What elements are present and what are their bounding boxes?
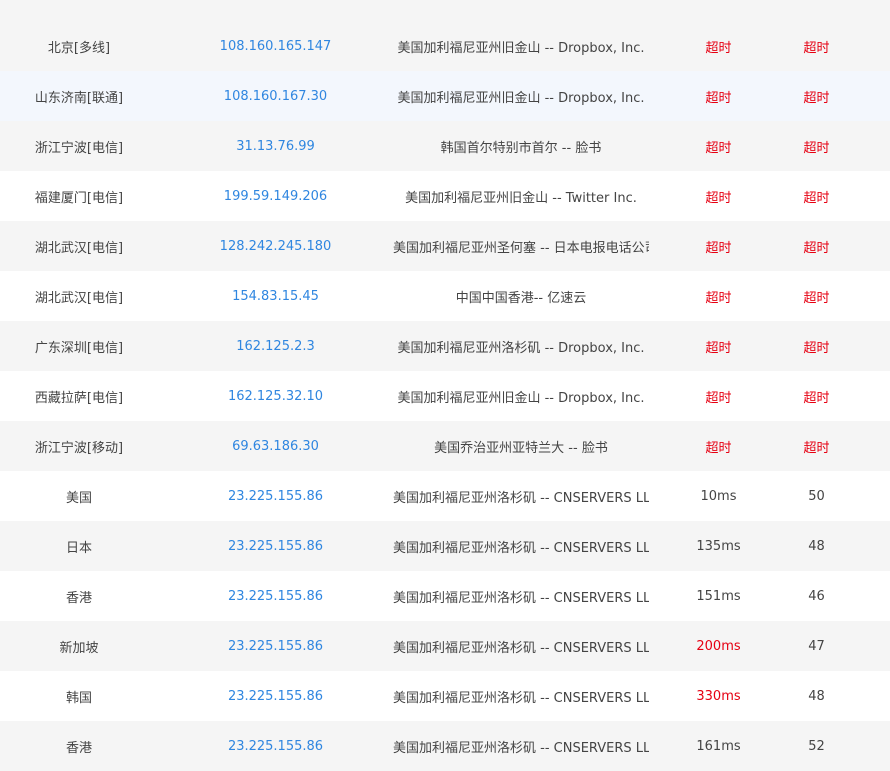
ip-location-cell: 美国加利福尼亚州圣何塞 -- 日本电报电话公司	[393, 240, 649, 256]
node-name-cell: 广东深圳[电信]	[34, 340, 124, 356]
ip-location-cell: 美国加利福尼亚州洛杉矶 -- CNSERVERS LLC	[393, 490, 649, 506]
ip-link[interactable]: 23.225.155.86	[158, 639, 393, 654]
ttl-cell: 超时	[803, 90, 830, 106]
response-time-cell: 超时	[705, 340, 732, 356]
response-time-cell: 超时	[705, 140, 732, 156]
node-name-cell: 香港	[65, 740, 92, 756]
node-name-cell: 福建厦门[电信]	[34, 190, 124, 206]
response-time-cell: 151ms	[696, 588, 741, 604]
table-row: 日本 23.225.155.86 美国加利福尼亚州洛杉矶 -- CNSERVERS …	[0, 521, 890, 571]
ip-link[interactable]: 23.225.155.86	[158, 739, 393, 754]
node-name-cell: 北京[多线]	[47, 40, 111, 56]
ttl-cell: 超时	[803, 390, 830, 406]
ttl-cell: 超时	[803, 40, 830, 56]
response-time-cell: 超时	[705, 90, 732, 106]
table-row: 西藏拉萨[电信] 162.125.32.10 美国加利福尼亚州旧金山 -- Drop…	[0, 371, 890, 421]
ip-link[interactable]: 154.83.15.45	[158, 289, 393, 304]
ttl-cell: 超时	[803, 340, 830, 356]
node-name-cell: 浙江宁波[移动]	[34, 440, 124, 456]
ip-link[interactable]: 162.125.2.3	[158, 339, 393, 354]
ttl-cell: 47	[808, 638, 825, 654]
ttl-cell: 46	[808, 588, 825, 604]
response-time-cell: 161ms	[696, 738, 741, 754]
table-row: 浙江宁波[移动] 69.63.186.30 美国乔治亚州亚特兰大 -- 脸书 超时 超时	[0, 421, 890, 471]
ip-link[interactable]: 23.225.155.86	[158, 539, 393, 554]
table-row: 韩国 23.225.155.86 美国加利福尼亚州洛杉矶 -- CNSERVERS …	[0, 671, 890, 721]
ip-link[interactable]: 23.225.155.86	[158, 689, 393, 704]
table-row: 香港 23.225.155.86 美国加利福尼亚州洛杉矶 -- CNSERVERS …	[0, 571, 890, 621]
ip-location-cell: 美国加利福尼亚州洛杉矶 -- CNSERVERS LLC	[393, 640, 649, 656]
table-row: 新加坡 23.225.155.86 美国加利福尼亚州洛杉矶 -- CNSERVERS…	[0, 621, 890, 671]
ip-location-cell: 美国加利福尼亚州旧金山 -- Dropbox, Inc.	[397, 390, 645, 406]
ttl-cell: 52	[808, 738, 825, 754]
ip-location-cell: 美国加利福尼亚州洛杉矶 -- CNSERVERS LLC	[393, 590, 649, 606]
response-time-cell: 10ms	[700, 488, 737, 504]
ip-link[interactable]: 108.160.165.147	[158, 39, 393, 54]
table-row: 湖北武汉[电信] 154.83.15.45 中国中国香港-- 亿速云 超时 超时	[0, 271, 890, 321]
ip-location-cell: 美国加利福尼亚州旧金山 -- Twitter Inc.	[405, 190, 637, 206]
ttl-cell: 超时	[803, 440, 830, 456]
ip-location-cell: 中国中国香港-- 亿速云	[455, 290, 587, 306]
table-row: 广东深圳[电信] 162.125.2.3 美国加利福尼亚州洛杉矶 -- Dropbo…	[0, 321, 890, 371]
node-name-cell: 美国	[65, 490, 92, 506]
table-row: 浙江宁波[电信] 31.13.76.99 韩国首尔特别市首尔 -- 脸书 超时 超时	[0, 121, 890, 171]
ip-location-cell: 美国加利福尼亚州洛杉矶 -- CNSERVERS LLC	[393, 540, 649, 556]
response-time-cell: 超时	[705, 240, 732, 256]
ip-location-cell: 韩国首尔特别市首尔 -- 脸书	[440, 140, 602, 156]
ttl-cell: 超时	[803, 240, 830, 256]
ip-location-cell: 美国加利福尼亚州旧金山 -- Dropbox, Inc.	[397, 40, 645, 56]
node-name-cell: 西藏拉萨[电信]	[34, 390, 124, 406]
node-name-cell: 湖北武汉[电信]	[34, 290, 124, 306]
ip-link[interactable]: 162.125.32.10	[158, 389, 393, 404]
ip-link[interactable]: 128.242.245.180	[158, 239, 393, 254]
node-name-cell: 日本	[65, 540, 92, 556]
response-time-cell: 超时	[705, 290, 732, 306]
ip-location-cell: 美国加利福尼亚州洛杉矶 -- CNSERVERS LLC	[393, 740, 649, 756]
ip-link[interactable]: 31.13.76.99	[158, 139, 393, 154]
ping-result-table: 北京[多线] 108.160.165.147 美国加利福尼亚州旧金山 -- Drop…	[0, 0, 890, 771]
ttl-cell: 50	[808, 488, 825, 504]
ip-link[interactable]: 23.225.155.86	[158, 489, 393, 504]
node-name-cell: 浙江宁波[电信]	[34, 140, 124, 156]
ip-link[interactable]: 69.63.186.30	[158, 439, 393, 454]
response-time-cell: 135ms	[696, 538, 741, 554]
node-name-cell: 湖北武汉[电信]	[34, 240, 124, 256]
ttl-cell: 48	[808, 688, 825, 704]
node-name-cell: 香港	[65, 590, 92, 606]
ip-location-cell: 美国乔治亚州亚特兰大 -- 脸书	[434, 440, 608, 456]
node-name-cell: 韩国	[65, 690, 92, 706]
ttl-cell: 48	[808, 538, 825, 554]
table-row: 美国 23.225.155.86 美国加利福尼亚州洛杉矶 -- CNSERVERS …	[0, 471, 890, 521]
table-row: 香港 23.225.155.86 美国加利福尼亚州洛杉矶 -- CNSERVERS …	[0, 721, 890, 771]
response-time-cell: 超时	[705, 440, 732, 456]
node-name-cell: 山东济南[联通]	[34, 90, 124, 106]
ip-location-cell: 美国加利福尼亚州旧金山 -- Dropbox, Inc.	[397, 90, 645, 106]
table-row: 山东济南[联通] 108.160.167.30 美国加利福尼亚州旧金山 -- Dro…	[0, 71, 890, 121]
table-row: 福建厦门[电信] 199.59.149.206 美国加利福尼亚州旧金山 -- Twi…	[0, 171, 890, 221]
ip-link[interactable]: 108.160.167.30	[158, 89, 393, 104]
ip-link[interactable]: 23.225.155.86	[158, 589, 393, 604]
table-row: 北京[多线] 108.160.165.147 美国加利福尼亚州旧金山 -- Drop…	[0, 21, 890, 71]
response-time-cell: 超时	[705, 40, 732, 56]
node-name-cell: 新加坡	[59, 640, 99, 656]
ttl-cell: 超时	[803, 190, 830, 206]
ip-location-cell: 美国加利福尼亚州洛杉矶 -- CNSERVERS LLC	[393, 690, 649, 706]
table-row: 湖北武汉[电信] 128.242.245.180 美国加利福尼亚州圣何塞 -- 日本…	[0, 221, 890, 271]
ttl-cell: 超时	[803, 290, 830, 306]
ip-link[interactable]: 199.59.149.206	[158, 189, 393, 204]
response-time-cell: 超时	[705, 190, 732, 206]
ttl-cell: 超时	[803, 140, 830, 156]
ip-location-cell: 美国加利福尼亚州洛杉矶 -- Dropbox, Inc.	[397, 340, 645, 356]
response-time-cell: 超时	[705, 390, 732, 406]
response-time-cell: 330ms	[696, 688, 741, 704]
table-row	[0, 0, 890, 21]
response-time-cell: 200ms	[696, 638, 741, 654]
